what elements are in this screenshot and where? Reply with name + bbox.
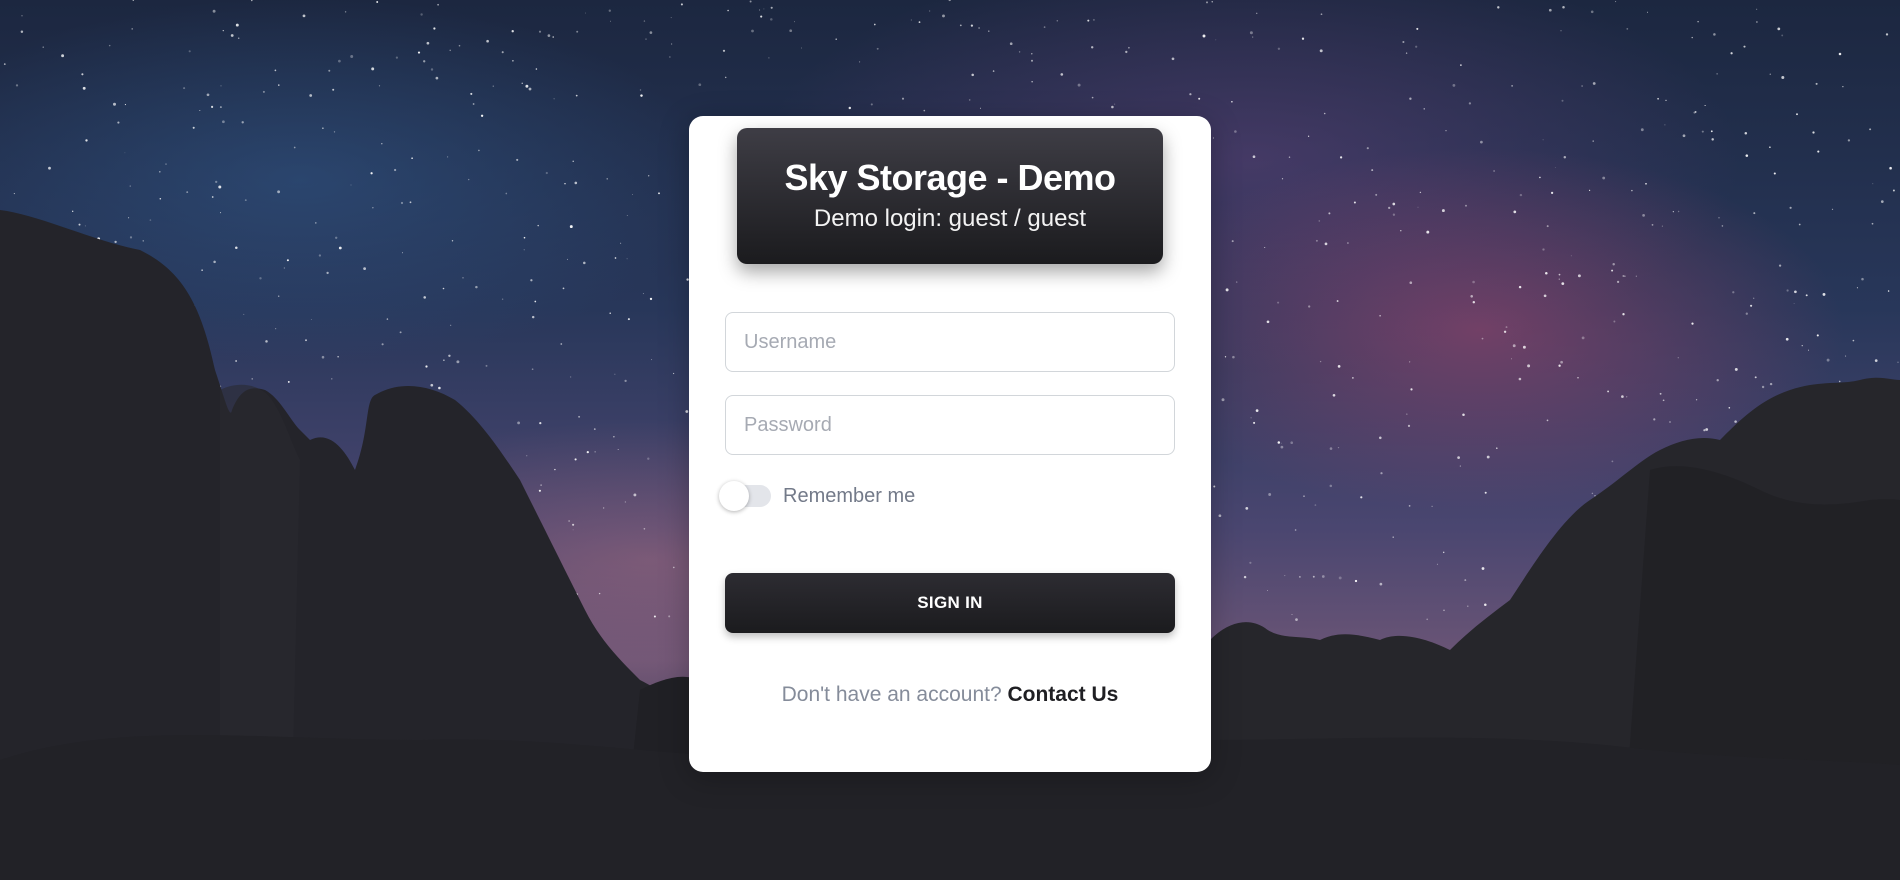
demo-credentials-hint: Demo login: guest / guest [813,205,1087,232]
remember-me-toggle[interactable] [719,481,771,511]
app-title: Sky Storage - Demo [784,157,1116,198]
username-input[interactable] [725,312,1175,372]
login-card: Sky Storage - Demo Demo login: guest / g… [689,116,1211,772]
signup-prompt: Don't have an account? Contact Us [689,683,1211,707]
sign-in-button[interactable]: SIGN IN [725,573,1175,633]
remember-me-label[interactable]: Remember me [783,485,915,508]
toggle-knob [719,481,749,511]
login-card-header: Sky Storage - Demo Demo login: guest / g… [737,128,1163,264]
contact-us-link[interactable]: Contact Us [1007,683,1118,706]
login-page: Sky Storage - Demo Demo login: guest / g… [0,0,1900,880]
signup-prompt-text: Don't have an account? [781,683,1002,706]
password-input[interactable] [725,395,1175,455]
remember-me-row: Remember me [719,481,915,511]
